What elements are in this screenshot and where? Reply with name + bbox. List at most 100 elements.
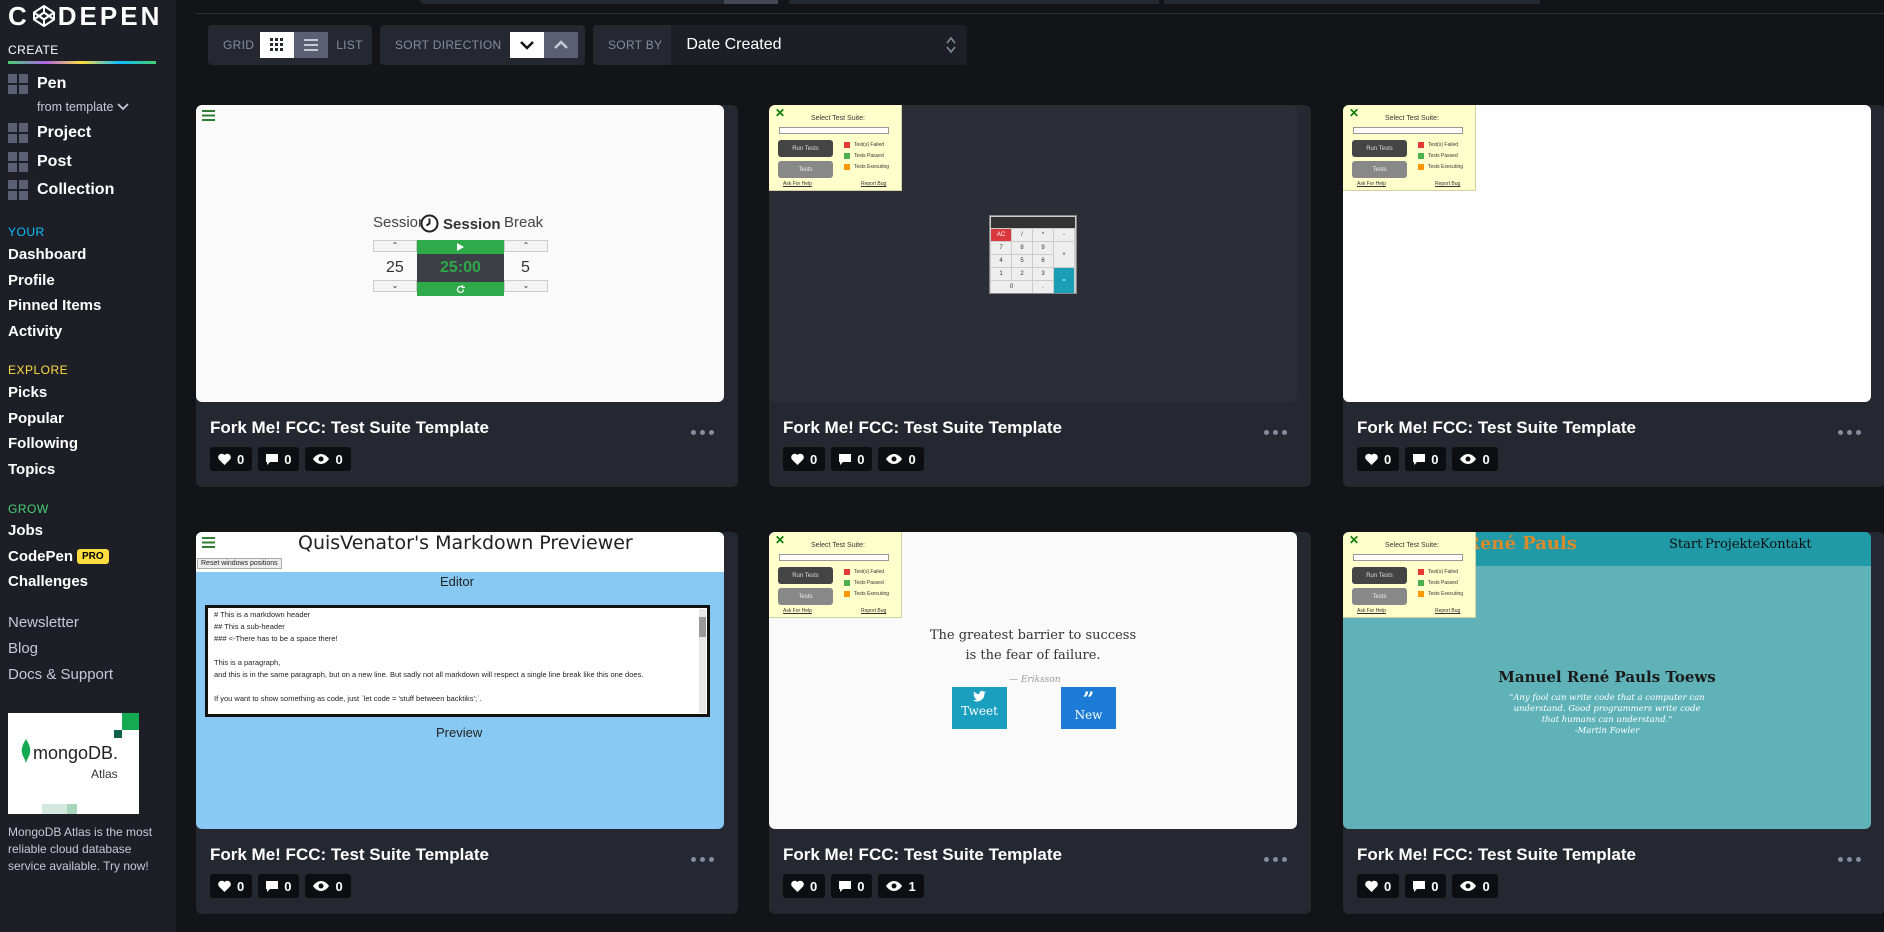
nav-picks[interactable]: Picks bbox=[8, 384, 47, 401]
close-icon[interactable]: ✕ bbox=[775, 106, 785, 120]
nav-newsletter[interactable]: Newsletter bbox=[8, 614, 79, 631]
calculator-key[interactable]: 0 bbox=[991, 281, 1032, 293]
more-options-button[interactable] bbox=[691, 430, 714, 435]
calculator-key[interactable]: + bbox=[1054, 242, 1074, 267]
close-icon[interactable]: ✕ bbox=[1349, 533, 1359, 547]
pen-preview[interactable]: ✕ Select Test Suite: Run Tests Tests Tes… bbox=[769, 532, 1297, 829]
create-project-button[interactable]: Project bbox=[8, 123, 91, 143]
break-decrement-button[interactable]: ⌄ bbox=[504, 280, 548, 292]
report-bug-link[interactable]: Report Bug bbox=[861, 181, 886, 187]
play-button[interactable] bbox=[417, 240, 504, 254]
top-field-button[interactable] bbox=[724, 0, 778, 4]
nav-kontakt[interactable]: Kontakt bbox=[1760, 537, 1812, 552]
pen-title[interactable]: Fork Me! FCC: Test Suite Template bbox=[783, 418, 1062, 438]
tests-button[interactable]: Tests bbox=[1352, 588, 1407, 605]
nav-profile[interactable]: Profile bbox=[8, 272, 55, 289]
tests-button[interactable]: Tests bbox=[1352, 161, 1407, 178]
pen-title[interactable]: Fork Me! FCC: Test Suite Template bbox=[1357, 418, 1636, 438]
grid-view-button[interactable] bbox=[260, 32, 295, 58]
nav-blog[interactable]: Blog bbox=[8, 640, 38, 657]
test-suite-select[interactable] bbox=[779, 554, 889, 561]
views-button[interactable]: 0 bbox=[878, 447, 924, 471]
ad-description[interactable]: MongoDB Atlas is the most reliable cloud… bbox=[8, 824, 168, 875]
tests-button[interactable]: Tests bbox=[778, 588, 833, 605]
nav-codepen-pro[interactable]: CodePen PRO bbox=[8, 548, 109, 565]
calculator-key[interactable]: - bbox=[1054, 229, 1074, 241]
ask-for-help-link[interactable]: Ask For Help bbox=[783, 181, 812, 187]
more-options-button[interactable] bbox=[691, 857, 714, 862]
more-options-button[interactable] bbox=[1264, 857, 1287, 862]
test-suite-select[interactable] bbox=[1353, 554, 1463, 561]
test-suite-select[interactable] bbox=[1353, 127, 1463, 134]
reset-windows-button[interactable]: Reset windows positions bbox=[197, 558, 282, 569]
sort-by-select[interactable]: Date Created bbox=[671, 25, 967, 65]
sort-descending-button[interactable] bbox=[510, 32, 545, 58]
pen-card[interactable]: QuisVenator's Markdown Previewer Reset w… bbox=[196, 532, 738, 914]
calculator-key[interactable]: 3 bbox=[1033, 268, 1053, 280]
pen-preview[interactable]: René Pauls Start Projekte Kontakt ✕ Sele… bbox=[1343, 532, 1871, 829]
comment-button[interactable]: 0 bbox=[831, 874, 873, 898]
like-button[interactable]: 0 bbox=[783, 874, 826, 898]
views-button[interactable]: 0 bbox=[1452, 447, 1498, 471]
nav-challenges[interactable]: Challenges bbox=[8, 573, 88, 590]
break-increment-button[interactable]: ⌃ bbox=[504, 240, 548, 252]
create-post-button[interactable]: Post bbox=[8, 152, 72, 172]
session-decrement-button[interactable]: ⌄ bbox=[373, 280, 417, 292]
nav-projekte[interactable]: Projekte bbox=[1705, 537, 1760, 552]
views-button[interactable]: 1 bbox=[878, 874, 924, 898]
calculator-key[interactable]: 4 bbox=[991, 255, 1011, 267]
create-collection-button[interactable]: Collection bbox=[8, 180, 114, 200]
calculator-key[interactable]: 7 bbox=[991, 242, 1011, 254]
pen-card[interactable]: Session Session Break ⌃ ⌃ 25 25:00 5 ⌄ ⌄… bbox=[196, 105, 738, 487]
comment-button[interactable]: 0 bbox=[1405, 447, 1447, 471]
views-button[interactable]: 0 bbox=[305, 447, 351, 471]
pen-card[interactable]: René Pauls Start Projekte Kontakt ✕ Sele… bbox=[1343, 532, 1884, 914]
calculator-key[interactable]: AC bbox=[991, 229, 1011, 241]
run-tests-button[interactable]: Run Tests bbox=[778, 140, 833, 157]
calculator-key[interactable]: . bbox=[1033, 281, 1053, 293]
comment-button[interactable]: 0 bbox=[258, 447, 300, 471]
ask-for-help-link[interactable]: Ask For Help bbox=[1357, 608, 1386, 614]
pen-title[interactable]: Fork Me! FCC: Test Suite Template bbox=[783, 845, 1062, 865]
ask-for-help-link[interactable]: Ask For Help bbox=[783, 608, 812, 614]
pen-card[interactable]: ✕ Select Test Suite: Run Tests Tests Tes… bbox=[1343, 105, 1884, 487]
nav-docs-support[interactable]: Docs & Support bbox=[8, 666, 113, 683]
calculator-key[interactable]: 1 bbox=[991, 268, 1011, 280]
from-template-link[interactable]: from template bbox=[37, 100, 130, 114]
report-bug-link[interactable]: Report Bug bbox=[1435, 608, 1460, 614]
report-bug-link[interactable]: Report Bug bbox=[861, 608, 886, 614]
mongodb-ad-image[interactable]: mongoDB. Atlas bbox=[8, 713, 139, 814]
run-tests-button[interactable]: Run Tests bbox=[1352, 567, 1407, 584]
nav-start[interactable]: Start bbox=[1669, 537, 1702, 552]
editor-scrollbar[interactable] bbox=[699, 609, 706, 713]
like-button[interactable]: 0 bbox=[210, 447, 253, 471]
nav-jobs[interactable]: Jobs bbox=[8, 522, 43, 539]
calculator-key[interactable]: 9 bbox=[1033, 242, 1053, 254]
calculator-key[interactable]: / bbox=[1012, 229, 1032, 241]
pen-card[interactable]: ✕ Select Test Suite: Run Tests Tests Tes… bbox=[769, 105, 1311, 487]
list-view-button[interactable] bbox=[294, 32, 329, 58]
calculator-key[interactable]: * bbox=[1033, 229, 1053, 241]
new-quote-button[interactable]: ” New bbox=[1061, 687, 1116, 729]
close-icon[interactable]: ✕ bbox=[1349, 106, 1359, 120]
session-increment-button[interactable]: ⌃ bbox=[373, 240, 417, 252]
comment-button[interactable]: 0 bbox=[831, 447, 873, 471]
tweet-button[interactable]: Tweet bbox=[952, 687, 1007, 729]
pen-preview[interactable]: ✕ Select Test Suite: Run Tests Tests Tes… bbox=[1343, 105, 1871, 402]
nav-activity[interactable]: Activity bbox=[8, 323, 62, 340]
test-suite-select[interactable] bbox=[779, 127, 889, 134]
nav-topics[interactable]: Topics bbox=[8, 461, 55, 478]
views-button[interactable]: 0 bbox=[1452, 874, 1498, 898]
create-pen-button[interactable]: Pen bbox=[8, 74, 66, 94]
nav-popular[interactable]: Popular bbox=[8, 410, 64, 427]
run-tests-button[interactable]: Run Tests bbox=[778, 567, 833, 584]
comment-button[interactable]: 0 bbox=[1405, 874, 1447, 898]
calculator-key[interactable]: 5 bbox=[1012, 255, 1032, 267]
like-button[interactable]: 0 bbox=[1357, 874, 1400, 898]
pen-card[interactable]: ✕ Select Test Suite: Run Tests Tests Tes… bbox=[769, 532, 1311, 914]
more-options-button[interactable] bbox=[1264, 430, 1287, 435]
calculator-key[interactable]: 6 bbox=[1033, 255, 1053, 267]
pen-preview[interactable]: Session Session Break ⌃ ⌃ 25 25:00 5 ⌄ ⌄ bbox=[196, 105, 724, 402]
pen-preview[interactable]: QuisVenator's Markdown Previewer Reset w… bbox=[196, 532, 724, 829]
portfolio-brand[interactable]: René Pauls bbox=[1465, 533, 1577, 554]
